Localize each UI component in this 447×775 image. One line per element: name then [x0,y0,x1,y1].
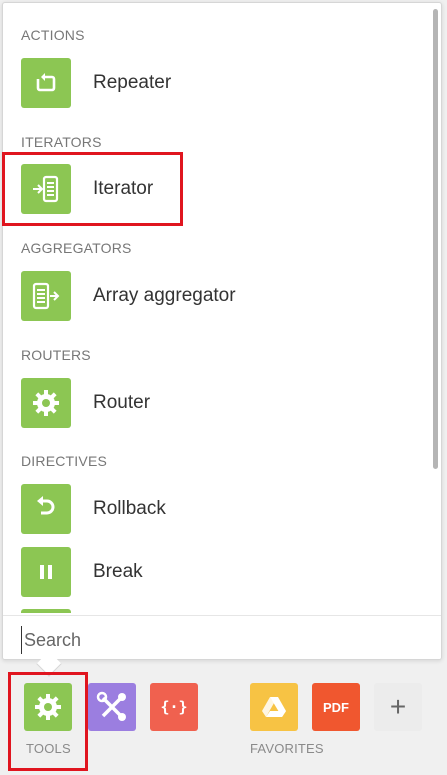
section-title-iterators: ITERATORS [21,134,102,150]
json-icon: {·} [160,698,188,716]
rollback-icon [21,484,71,534]
gear-icon [35,694,61,720]
section-title-directives: DIRECTIVES [21,453,108,469]
module-label: Repeater [93,72,172,93]
add-favorite-button[interactable]: + [374,683,422,731]
json-button[interactable]: {·} [150,683,198,731]
section-title-actions: ACTIONS [21,27,85,43]
tools-label: TOOLS [26,741,71,756]
module-list: ACTIONS Repeater ITERATORS Iterator AGGR… [3,3,441,613]
module-item-array-aggregator[interactable]: Array aggregator [21,271,236,321]
highlight-box-iterator [2,152,183,226]
favorites-label: FAVORITES [250,741,324,756]
pdf-button[interactable]: PDF [312,683,360,731]
google-drive-button[interactable] [250,683,298,731]
flow-control-button[interactable] [88,683,136,731]
repeat-icon [21,58,71,108]
search-input[interactable] [21,626,421,654]
module-label: Array aggregator [93,285,236,306]
module-item-repeater[interactable]: Repeater [21,58,171,108]
section-title-aggregators: AGGREGATORS [21,240,132,256]
gear-icon [21,378,71,428]
module-item-router[interactable]: Router [21,378,150,428]
module-label: Rollback [93,498,166,519]
scrollbar[interactable] [433,9,438,469]
pdf-icon: PDF [323,699,349,715]
module-label: Router [93,392,151,413]
module-item-partial [21,609,71,613]
section-title-routers: ROUTERS [21,347,91,363]
aggregator-icon [21,271,71,321]
google-drive-icon [262,697,286,717]
module-item-rollback[interactable]: Rollback [21,484,166,534]
module-label: Break [93,561,143,582]
search-area [3,615,441,659]
plus-icon: + [389,691,407,722]
tools-icon [96,691,126,721]
pause-icon [21,547,71,597]
tools-button[interactable] [24,683,72,731]
module-item-break[interactable]: Break [21,547,143,597]
module-icon [21,609,71,613]
module-picker-panel: ACTIONS Repeater ITERATORS Iterator AGGR… [2,2,442,660]
